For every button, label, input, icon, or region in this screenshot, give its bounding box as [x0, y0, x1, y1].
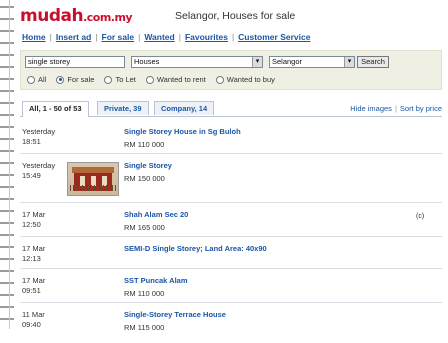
sort-by-price-link[interactable]: Sort by price — [400, 104, 442, 113]
listing-price: RM 115 000 — [124, 323, 165, 332]
tab-private[interactable]: Private, 39 — [97, 101, 149, 115]
list-item: Yesterday 18:51 Single Storey House in Sg… — [20, 120, 442, 154]
nav-customer-service[interactable]: Customer Service — [238, 32, 310, 42]
radio-icon — [145, 75, 154, 84]
search-input[interactable]: single storey — [25, 56, 125, 68]
listing-date: 17 Mar — [22, 210, 46, 219]
mudah-logo[interactable]: mudah.com.my — [20, 6, 133, 26]
radio-wanted-to-rent[interactable]: Wanted to rent — [145, 75, 206, 84]
list-actions: Hide images | Sort by price — [350, 104, 442, 113]
tab-company[interactable]: Company, 14 — [154, 101, 215, 115]
listing-date: 11 Mar — [22, 310, 45, 319]
listing-date: Yesterday — [22, 161, 56, 170]
list-item: 11 Mar 09:40 Single-Storey Terrace House … — [20, 303, 442, 343]
radio-icon — [104, 75, 113, 84]
header: mudah.com.my Selangor, Houses for sale — [20, 0, 442, 26]
tab-all[interactable]: All, 1 - 50 of 53 — [22, 101, 89, 117]
search-panel: single storey Houses Selangor Search All… — [20, 50, 442, 90]
radio-wanted-to-buy[interactable]: Wanted to buy — [215, 75, 275, 84]
page-title: Selangor, Houses for sale — [175, 10, 296, 22]
search-button[interactable]: Search — [357, 56, 389, 68]
list-item: Yesterday 15:49 Single Storey RM 150 000 — [20, 154, 442, 203]
logo-domain: .com.my — [83, 11, 133, 24]
radio-to-let[interactable]: To Let — [104, 75, 136, 84]
notebook-spiral-binding — [0, 0, 14, 329]
page: mudah.com.my Selangor, Houses for sale H… — [20, 0, 442, 332]
listing-price: RM 110 000 — [124, 140, 165, 149]
ad-type-radios: All For sale To Let Wanted to rent Wante… — [27, 75, 285, 84]
listing-tabs: All, 1 - 50 of 53 Private, 39 Company, 1… — [20, 101, 442, 117]
listing-time: 15:49 — [22, 171, 41, 180]
hide-images-link[interactable]: Hide images — [350, 104, 392, 113]
logo-text: mudah — [20, 6, 84, 26]
listing-title[interactable]: Single-Storey Terrace House — [124, 310, 226, 319]
listing-title[interactable]: SEMI-D Single Storey; Land Area: 40x90 — [124, 244, 267, 253]
listing-title[interactable]: Shah Alam Sec 20 — [124, 210, 188, 219]
list-item: 17 Mar 09:51 SST Puncak Alam RM 110 000 — [20, 269, 442, 303]
listing-thumbnail[interactable] — [67, 162, 119, 196]
listing-date: 17 Mar — [22, 244, 46, 253]
main-nav: Home | Insert ad | For sale | Wanted | Favou… — [22, 32, 311, 42]
company-badge: (c) — [416, 213, 425, 220]
region-select[interactable]: Selangor — [269, 56, 355, 68]
nav-home[interactable]: Home — [22, 32, 46, 42]
category-select[interactable]: Houses — [131, 56, 263, 68]
nav-insert-ad[interactable]: Insert ad — [56, 32, 91, 42]
listing-price: RM 150 000 — [124, 174, 165, 183]
listing-time: 12:50 — [22, 220, 41, 229]
listing-time: 12:13 — [22, 254, 41, 263]
radio-icon — [215, 75, 224, 84]
listing-title[interactable]: Single Storey House in Sg Buloh — [124, 127, 241, 136]
radio-icon — [27, 75, 35, 84]
listing-title[interactable]: Single Storey — [124, 161, 172, 170]
listing-price: RM 165 000 — [124, 223, 165, 232]
listing-time: 18:51 — [22, 137, 41, 146]
nav-wanted[interactable]: Wanted — [144, 32, 174, 42]
listing-date: Yesterday — [22, 127, 56, 136]
list-item: 17 Mar 12:50 Shah Alam Sec 20 RM 165 000 … — [20, 203, 442, 237]
nav-favourites[interactable]: Favourites — [185, 32, 228, 42]
nav-for-sale[interactable]: For sale — [102, 32, 135, 42]
listing-price: RM 110 000 — [124, 289, 165, 298]
radio-for-sale[interactable]: For sale — [56, 75, 94, 84]
list-item: 17 Mar 12:13 SEMI-D Single Storey; Land A… — [20, 237, 442, 269]
listing-title[interactable]: SST Puncak Alam — [124, 276, 188, 285]
listing-time: 09:51 — [22, 286, 41, 295]
listing-date: 17 Mar — [22, 276, 46, 285]
radio-all[interactable]: All — [27, 75, 46, 84]
radio-checked-icon — [56, 75, 65, 84]
